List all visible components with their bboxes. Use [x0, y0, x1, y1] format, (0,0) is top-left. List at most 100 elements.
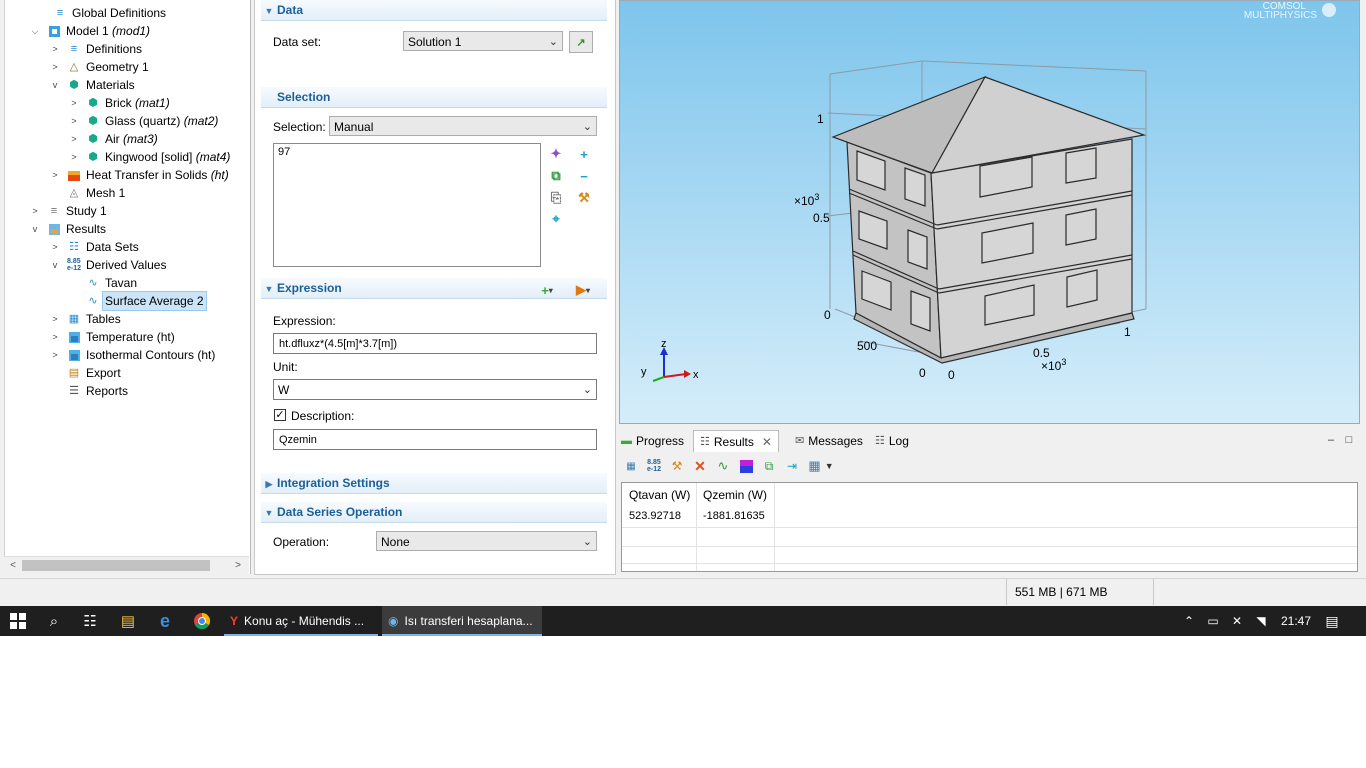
- speaker-muted-icon[interactable]: ✕: [1226, 606, 1248, 636]
- tree-item-brick[interactable]: > ⬢ Brick (mat1): [68, 94, 169, 112]
- copy-selection-icon[interactable]: ⧉: [548, 168, 564, 184]
- tree-item-isothermal-contours[interactable]: > Isothermal Contours (ht): [49, 346, 215, 364]
- clock[interactable]: 21:47: [1276, 606, 1316, 636]
- section-data-series-header[interactable]: ▼ Data Series Operation: [261, 502, 607, 523]
- add-to-selection-icon[interactable]: +: [576, 146, 592, 162]
- unit-select[interactable]: W ⌄: [273, 379, 597, 400]
- edge-icon[interactable]: e: [147, 606, 183, 636]
- tree-item-global-definitions[interactable]: ≡ Global Definitions: [35, 4, 166, 22]
- scroll-left-icon[interactable]: <: [6, 558, 20, 573]
- selection-list-item[interactable]: 97: [278, 146, 536, 158]
- tab-results[interactable]: ☷ Results ✕: [693, 430, 779, 452]
- tab-messages[interactable]: ✉ Messages: [795, 430, 871, 452]
- delete-icon[interactable]: ✕: [692, 458, 708, 474]
- task-view-icon[interactable]: ☷: [72, 606, 108, 636]
- chevron-down-icon[interactable]: ⌵: [29, 22, 41, 40]
- selection-select[interactable]: Manual ⌄: [329, 116, 597, 136]
- results-table[interactable]: Qtavan (W) Qzemin (W) 523.92718 -1881.81…: [621, 482, 1358, 572]
- tab-log[interactable]: ☷ Log: [875, 430, 921, 452]
- wifi-icon[interactable]: ◥: [1250, 606, 1272, 636]
- taskbar-app-comsol[interactable]: ◉ Isı transferi hesaplana...: [382, 606, 542, 636]
- copy-table-icon[interactable]: ⧉: [761, 458, 777, 474]
- clipboard-icon[interactable]: ⎘: [548, 190, 564, 206]
- tree-item-data-sets[interactable]: > ☷ Data Sets: [49, 238, 138, 256]
- table-format-icon[interactable]: ▦ ▼: [807, 458, 835, 474]
- zoom-to-selection-icon[interactable]: ⌖: [548, 211, 564, 227]
- graphics-window[interactable]: COMSOL MULTIPHYSICS 1 0.5 0 ×103 500 0 0…: [619, 0, 1360, 424]
- description-input[interactable]: Qzemin: [273, 429, 597, 450]
- section-data-header[interactable]: ▼ Data: [261, 0, 607, 21]
- scroll-right-icon[interactable]: >: [231, 558, 245, 573]
- chevron-right-icon[interactable]: >: [49, 346, 61, 364]
- minimize-icon[interactable]: –: [1323, 432, 1339, 448]
- chevron-right-icon[interactable]: >: [68, 112, 80, 130]
- tab-progress[interactable]: ▬ Progress: [621, 430, 693, 452]
- section-integration-header[interactable]: ▶ Integration Settings: [261, 473, 607, 494]
- table-graph-icon[interactable]: ∿: [715, 458, 731, 474]
- chevron-right-icon[interactable]: >: [29, 202, 41, 220]
- tree-item-heat-transfer[interactable]: > Heat Transfer in Solids (ht): [49, 166, 228, 184]
- chevron-right-icon[interactable]: >: [49, 238, 61, 256]
- chevron-right-icon[interactable]: >: [49, 40, 61, 58]
- search-icon[interactable]: ⌕: [36, 606, 72, 636]
- tree-item-tables[interactable]: > ▦ Tables: [49, 310, 120, 328]
- chevron-up-icon[interactable]: ⌃: [1178, 606, 1200, 636]
- section-selection-header[interactable]: Selection: [261, 87, 607, 108]
- dataset-select[interactable]: Solution 1 ⌄: [403, 31, 563, 51]
- notifications-icon[interactable]: ▤: [1320, 606, 1344, 636]
- derived-values-icon[interactable]: 8.85 e-12: [646, 458, 662, 474]
- scrollbar-thumb[interactable]: [22, 560, 210, 571]
- tree-item-results[interactable]: v Results: [29, 220, 106, 238]
- chevron-right-icon[interactable]: >: [49, 328, 61, 346]
- tree-item-derived-values[interactable]: v 8.85 e-12 Derived Values: [49, 256, 167, 274]
- table-cell[interactable]: -1881.81635: [703, 507, 765, 525]
- taskbar-app-browser[interactable]: Y Konu aç - Mühendis ...: [224, 606, 378, 636]
- model-3d-view[interactable]: COMSOL MULTIPHYSICS 1 0.5 0 ×103 500 0 0…: [620, 1, 1360, 424]
- go-to-source-button[interactable]: ↗: [569, 31, 593, 53]
- expression-input[interactable]: ht.dfluxz*(4.5[m]*3.7[m]): [273, 333, 597, 354]
- tree-item-kingwood[interactable]: > ⬢ Kingwood [solid] (mat4): [68, 148, 230, 166]
- maximize-icon[interactable]: □: [1341, 432, 1357, 448]
- chevron-right-icon[interactable]: >: [49, 58, 61, 76]
- insert-expression-button[interactable]: ▶ ▾: [571, 282, 595, 298]
- start-button[interactable]: [0, 606, 36, 636]
- paste-selection-icon[interactable]: ✦: [548, 146, 564, 162]
- replace-expression-button[interactable]: + ▾: [535, 282, 559, 298]
- table-header[interactable]: Qtavan (W): [629, 485, 690, 505]
- tree-horizontal-scrollbar[interactable]: < >: [4, 556, 249, 574]
- chevron-down-icon[interactable]: v: [29, 220, 41, 238]
- clear-selection-icon[interactable]: ⚒: [576, 190, 592, 206]
- tree-item-study-1[interactable]: > ≡ Study 1: [29, 202, 106, 220]
- selection-list[interactable]: 97: [273, 143, 541, 267]
- clear-table-icon[interactable]: ⚒: [669, 458, 685, 474]
- tree-item-tavan[interactable]: ∿ Tavan: [68, 274, 137, 292]
- tree-item-materials[interactable]: v ⬢ Materials: [49, 76, 135, 94]
- remove-from-selection-icon[interactable]: −: [576, 168, 592, 184]
- chevron-down-icon[interactable]: v: [49, 76, 61, 94]
- chevron-right-icon[interactable]: >: [68, 130, 80, 148]
- tree-item-temperature[interactable]: > Temperature (ht): [49, 328, 174, 346]
- tree-item-air[interactable]: > ⬢ Air (mat3): [68, 130, 157, 148]
- tree-item-mesh-1[interactable]: ◬ Mesh 1: [49, 184, 126, 202]
- tree-item-export[interactable]: ▤ Export: [49, 364, 121, 382]
- chevron-right-icon[interactable]: >: [68, 148, 80, 166]
- battery-icon[interactable]: ▭: [1202, 606, 1224, 636]
- table-cell[interactable]: 523.92718: [629, 507, 681, 525]
- tree-item-glass[interactable]: > ⬢ Glass (quartz) (mat2): [68, 112, 218, 130]
- tree-item-surface-average-2[interactable]: ∿ Surface Average 2: [68, 291, 207, 311]
- chevron-right-icon[interactable]: >: [49, 166, 61, 184]
- close-icon[interactable]: ✕: [762, 431, 772, 453]
- tree-item-geometry-1[interactable]: > △ Geometry 1: [49, 58, 148, 76]
- evaluate-table-icon[interactable]: ▦: [623, 458, 639, 474]
- operation-select[interactable]: None ⌄: [376, 531, 597, 551]
- description-checkbox[interactable]: ✓: [274, 409, 286, 421]
- file-explorer-icon[interactable]: ▤: [110, 606, 146, 636]
- chevron-down-icon[interactable]: v: [49, 256, 61, 274]
- chevron-right-icon[interactable]: >: [49, 310, 61, 328]
- export-table-icon[interactable]: ⇥: [784, 458, 800, 474]
- chrome-icon[interactable]: [184, 606, 220, 636]
- tree-item-definitions[interactable]: > ≡ Definitions: [49, 40, 142, 58]
- tree-item-model-1[interactable]: ⌵ Model 1 (mod1): [29, 22, 150, 40]
- table-surface-icon[interactable]: [738, 458, 754, 474]
- table-header[interactable]: Qzemin (W): [703, 485, 767, 505]
